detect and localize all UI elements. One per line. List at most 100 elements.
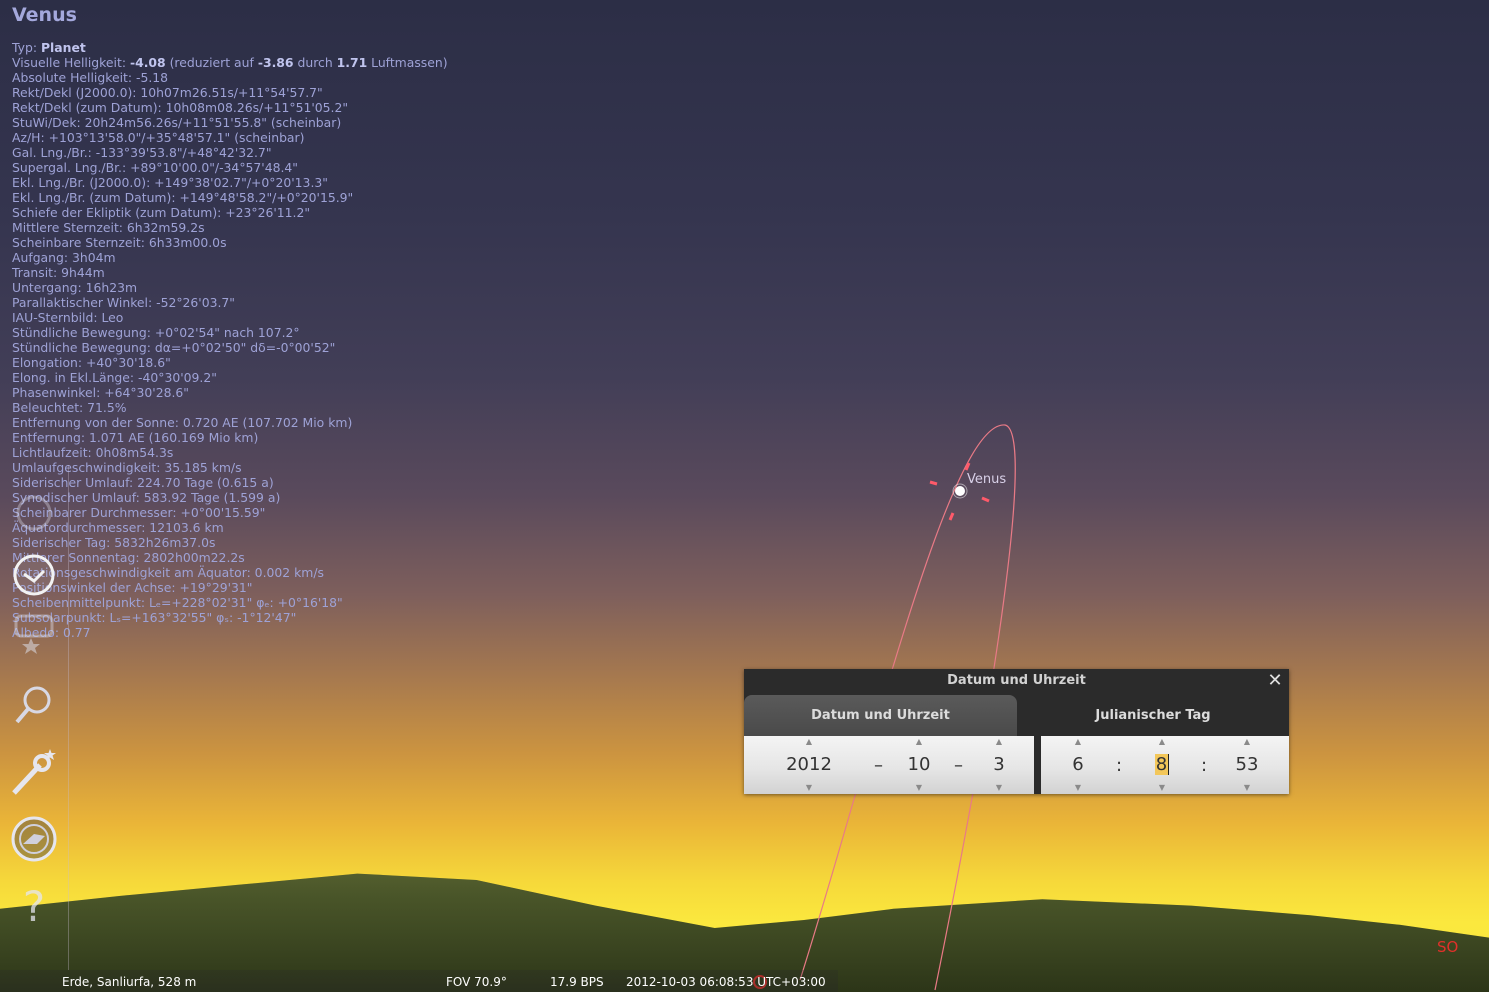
info-line: Lichtlaufzeit: 0h08m54.3s — [12, 445, 448, 460]
year-down-arrow-icon[interactable]: ▼ — [774, 784, 844, 792]
info-text: Stündliche Bewegung: dα=+0°02'50" dδ=-0°… — [12, 340, 336, 355]
info-line: Transit: 9h44m — [12, 265, 448, 280]
info-line: Stündliche Bewegung: +0°02'54" nach 107.… — [12, 325, 448, 340]
date-separator: – — [874, 755, 883, 776]
info-line: Scheibenmittelpunkt: Lₑ=+228°02'31" φₑ: … — [12, 595, 448, 610]
location-window-icon — [16, 495, 52, 531]
month-spinbox[interactable]: ▲ 10 ▼ — [899, 736, 939, 794]
info-line: Aufgang: 3h04m — [12, 250, 448, 265]
info-text: Az/H: +103°13'58.0"/+35°48'57.1" (schein… — [12, 130, 305, 145]
info-line: Az/H: +103°13'58.0"/+35°48'57.1" (schein… — [12, 130, 448, 145]
info-text: IAU-Sternbild: Leo — [12, 310, 124, 325]
info-text: Elong. in Ekl.Länge: -40°30'09.2" — [12, 370, 217, 385]
datetime-window-button[interactable] — [8, 549, 60, 601]
second-value[interactable]: 53 — [1227, 753, 1267, 777]
tab-date-time[interactable]: Datum und Uhrzeit — [744, 695, 1017, 736]
search-window-button[interactable] — [8, 679, 60, 731]
tab-julian-day[interactable]: Julianischer Tag — [1017, 695, 1289, 736]
date-fields: ▲ 2012 ▼ – ▲ 10 ▼ – ▲ 3 ▼ — [744, 736, 1034, 794]
time-separator: : — [1201, 755, 1208, 776]
venus-disk[interactable] — [955, 486, 965, 496]
hour-down-arrow-icon[interactable]: ▼ — [1063, 784, 1093, 792]
year-spinbox[interactable]: ▲ 2012 ▼ — [774, 736, 844, 794]
date-separator: – — [954, 755, 963, 776]
second-up-arrow-icon[interactable]: ▲ — [1227, 738, 1267, 746]
info-text: Visuelle Helligkeit: — [12, 55, 130, 70]
hour-value[interactable]: 6 — [1063, 753, 1093, 777]
info-line: Typ: Planet — [12, 40, 448, 55]
info-text: Ekl. Lng./Br. (zum Datum): +149°48'58.2"… — [12, 190, 354, 205]
day-down-arrow-icon[interactable]: ▼ — [984, 784, 1014, 792]
info-line: Rotationsgeschwindigkeit am Äquator: 0.0… — [12, 565, 448, 580]
info-value-bold: -3.86 — [257, 55, 294, 70]
minute-down-arrow-icon[interactable]: ▼ — [1147, 784, 1177, 792]
close-button[interactable]: ✕ — [1265, 671, 1285, 691]
month-down-arrow-icon[interactable]: ▼ — [899, 784, 939, 792]
info-line: Phasenwinkel: +64°30'28.6" — [12, 385, 448, 400]
info-value-bold: 1.71 — [336, 55, 368, 70]
left-toolbar: ? — [0, 465, 69, 970]
info-line: Schiefe der Ekliptik (zum Datum): +23°26… — [12, 205, 448, 220]
info-line: Elong. in Ekl.Länge: -40°30'09.2" — [12, 370, 448, 385]
minute-up-arrow-icon[interactable]: ▲ — [1147, 738, 1177, 746]
info-text: Phasenwinkel: +64°30'28.6" — [12, 385, 189, 400]
pointer-tick-right — [981, 496, 990, 503]
info-text: Entfernung: 1.071 AE (160.169 Mio km) — [12, 430, 259, 445]
minute-value[interactable]: 8 — [1147, 753, 1177, 777]
info-text: Scheinbare Sternzeit: 6h33m00.0s — [12, 235, 227, 250]
object-name: Venus — [12, 4, 77, 26]
bottom-status-bar: Erde, Sanliurfa, 528 m FOV 70.9° 17.9 BP… — [0, 970, 838, 992]
location-window-button[interactable] — [8, 487, 60, 539]
compass-direction-label: SO — [1437, 938, 1459, 956]
info-line: Rekt/Dekl (J2000.0): 10h07m26.51s/+11°54… — [12, 85, 448, 100]
info-line: Ekl. Lng./Br. (J2000.0): +149°38'02.7"/+… — [12, 175, 448, 190]
month-up-arrow-icon[interactable]: ▲ — [899, 738, 939, 746]
info-line: Siderischer Tag: 5832h26m37.0s — [12, 535, 448, 550]
info-text: Mittlere Sternzeit: 6h32m59.2s — [12, 220, 205, 235]
help-window-button[interactable]: ? — [8, 879, 60, 931]
hour-spinbox[interactable]: ▲ 6 ▼ — [1063, 736, 1093, 794]
info-text: Parallaktischer Winkel: -52°26'03.7" — [12, 295, 236, 310]
minute-spinbox[interactable]: ▲ 8 ▼ — [1147, 736, 1177, 794]
info-line: Untergang: 16h23m — [12, 280, 448, 295]
info-text: Elongation: +40°30'18.6" — [12, 355, 171, 370]
info-text: Gal. Lng./Br.: -133°39'53.8"/+48°42'32.7… — [12, 145, 272, 160]
second-down-arrow-icon[interactable]: ▼ — [1227, 784, 1267, 792]
object-info-panel: Venus Typ: Planet Visuelle Helligkeit: -4… — [12, 4, 448, 640]
info-text: durch — [293, 55, 337, 70]
year-up-arrow-icon[interactable]: ▲ — [774, 738, 844, 746]
location-status: Erde, Sanliurfa, 528 m — [62, 975, 197, 989]
fov-status: FOV 70.9° — [446, 975, 507, 989]
info-text: Schiefe der Ekliptik (zum Datum): +23°26… — [12, 205, 311, 220]
day-up-arrow-icon[interactable]: ▲ — [984, 738, 1014, 746]
info-line: StuWi/Dek: 20h24m56.26s/+11°51'55.8" (sc… — [12, 115, 448, 130]
month-value[interactable]: 10 — [899, 753, 939, 777]
sky-view-window-icon — [14, 614, 54, 654]
year-value[interactable]: 2012 — [774, 753, 844, 777]
info-text: Entfernung von der Sonne: 0.720 AE (107.… — [12, 415, 353, 430]
hour-up-arrow-icon[interactable]: ▲ — [1063, 738, 1093, 746]
info-text: Stündliche Bewegung: +0°02'54" nach 107.… — [12, 325, 300, 340]
info-line: Positionswinkel der Achse: +19°29'31" — [12, 580, 448, 595]
info-line: Elongation: +40°30'18.6" — [12, 355, 448, 370]
astronomical-calculations-button[interactable] — [8, 813, 60, 865]
info-line: Synodischer Umlauf: 583.92 Tage (1.599 a… — [12, 490, 448, 505]
time-separator: : — [1116, 755, 1123, 776]
info-line: Umlaufgeschwindigkeit: 35.185 km/s — [12, 460, 448, 475]
info-text: Typ: — [12, 40, 41, 55]
day-spinbox[interactable]: ▲ 3 ▼ — [984, 736, 1014, 794]
minute-selected-text[interactable]: 8 — [1154, 754, 1170, 775]
info-text: Aufgang: 3h04m — [12, 250, 116, 265]
info-line: Gal. Lng./Br.: -133°39'53.8"/+48°42'32.7… — [12, 145, 448, 160]
info-text: Beleuchtet: 71.5% — [12, 400, 127, 415]
sky-view-window-button[interactable] — [8, 607, 60, 659]
info-line: Entfernung von der Sonne: 0.720 AE (107.… — [12, 415, 448, 430]
info-line: Beleuchtet: 71.5% — [12, 400, 448, 415]
info-line: Mittlerer Sonnentag: 2802h00m22.2s — [12, 550, 448, 565]
second-spinbox[interactable]: ▲ 53 ▼ — [1227, 736, 1267, 794]
info-line: Parallaktischer Winkel: -52°26'03.7" — [12, 295, 448, 310]
configuration-window-button[interactable] — [8, 747, 60, 799]
info-value-bold: -4.08 — [129, 55, 166, 70]
day-value[interactable]: 3 — [984, 753, 1014, 777]
dialog-body: ▲ 2012 ▼ – ▲ 10 ▼ – ▲ 3 ▼ ▲ 6 ▼ : ▲ 8 ▼ … — [744, 736, 1289, 794]
